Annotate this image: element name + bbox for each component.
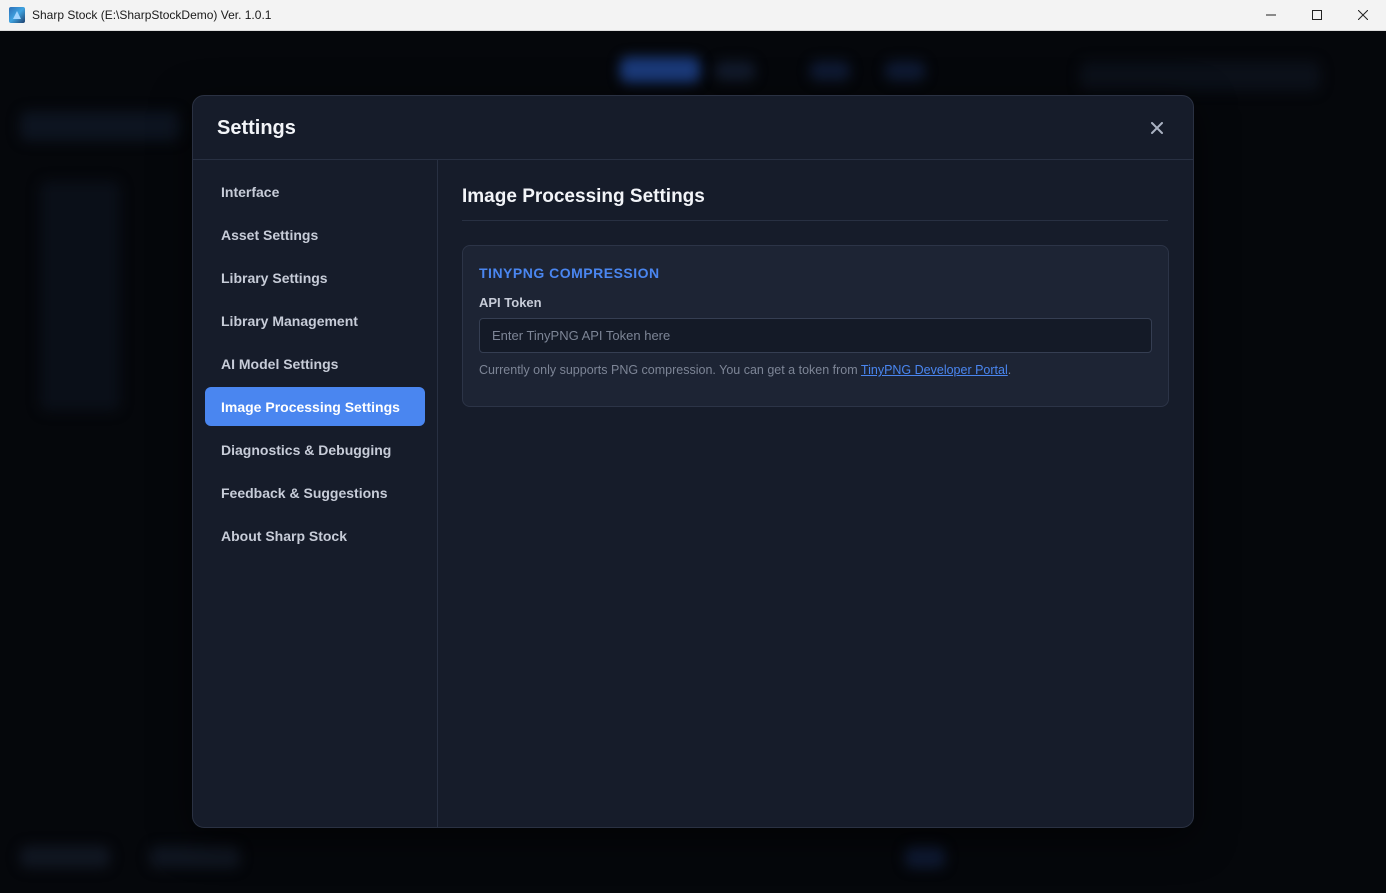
backdrop-blob [40,181,120,411]
backdrop-blob [620,57,700,83]
api-token-label: API Token [479,295,542,310]
tinypng-card: TINYPNG COMPRESSION API Token Currently … [462,245,1169,407]
close-icon [1358,10,1368,20]
settings-dialog: Settings Interface Asset Settings Librar… [192,95,1194,828]
settings-content: Image Processing Settings TINYPNG COMPRE… [438,160,1193,827]
help-text: Currently only supports PNG compression.… [479,363,1011,377]
tinypng-developer-portal-link[interactable]: TinyPNG Developer Portal [861,363,1008,377]
sidebar-item-ai-model-settings[interactable]: AI Model Settings [205,344,425,383]
backdrop-blob [810,61,850,81]
backdrop-blob [1080,61,1320,91]
backdrop-blob [20,846,110,868]
api-token-input[interactable] [479,318,1152,353]
section-title: Image Processing Settings [462,186,705,207]
settings-sidebar: Interface Asset Settings Library Setting… [193,160,438,827]
sidebar-item-asset-settings[interactable]: Asset Settings [205,215,425,254]
close-icon [1151,122,1163,134]
backdrop-blob [905,846,945,868]
sidebar-item-library-settings[interactable]: Library Settings [205,258,425,297]
sidebar-item-diagnostics-debugging[interactable]: Diagnostics & Debugging [205,430,425,469]
window-title-bar: Sharp Stock (E:\SharpStockDemo) Ver. 1.0… [0,0,1386,31]
window-title: Sharp Stock (E:\SharpStockDemo) Ver. 1.0… [32,8,272,22]
card-title: TINYPNG COMPRESSION [479,265,660,281]
section-divider [462,220,1168,221]
dialog-title: Settings [217,117,296,139]
minimize-icon [1266,14,1276,16]
sidebar-item-interface[interactable]: Interface [205,172,425,211]
dialog-header: Settings [193,96,1193,160]
backdrop-blob [885,61,925,81]
sidebar-item-image-processing-settings[interactable]: Image Processing Settings [205,387,425,426]
minimize-button[interactable] [1248,0,1294,31]
backdrop-blob [715,61,755,81]
sidebar-item-about[interactable]: About Sharp Stock [205,516,425,555]
app-icon [9,7,25,23]
close-window-button[interactable] [1340,0,1386,31]
help-text-prefix: Currently only supports PNG compression.… [479,363,861,377]
sidebar-item-library-management[interactable]: Library Management [205,301,425,340]
maximize-icon [1312,10,1322,20]
backdrop-blob [20,111,180,141]
close-dialog-button[interactable] [1145,116,1169,140]
help-text-suffix: . [1007,363,1012,377]
backdrop-blob [150,846,240,868]
sidebar-item-feedback-suggestions[interactable]: Feedback & Suggestions [205,473,425,512]
maximize-button[interactable] [1294,0,1340,31]
